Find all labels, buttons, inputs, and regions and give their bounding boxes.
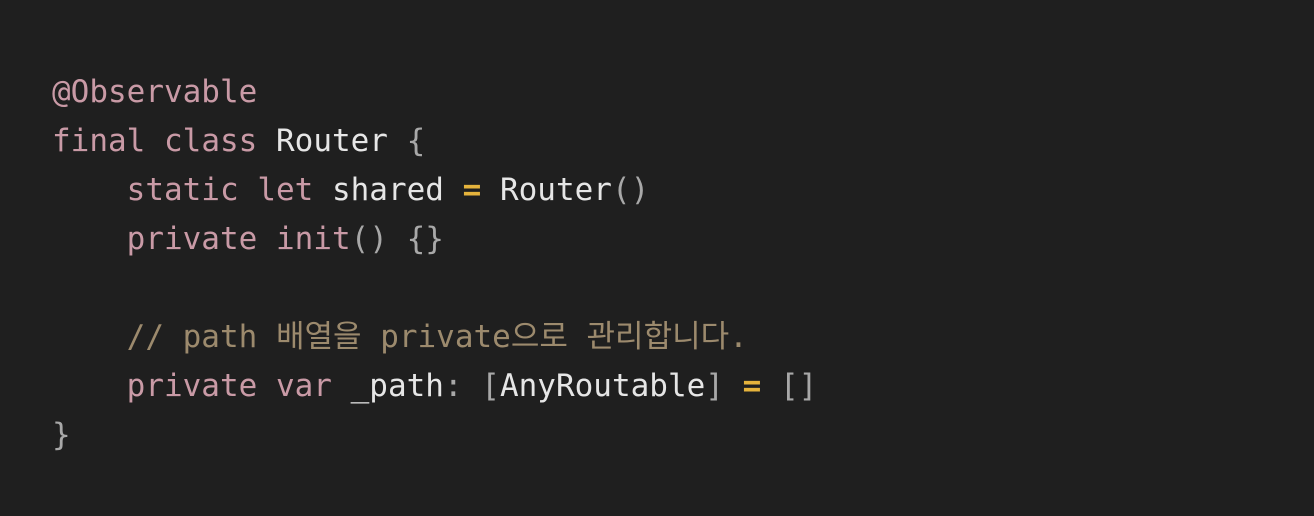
identifier-token [52,221,127,257]
keyword-token: init [275,221,351,257]
attribute-token: @Observable [52,74,258,110]
type-token: AnyRoutable [499,368,706,404]
type-token: Router [481,172,612,208]
identifier-token [52,172,127,208]
code-line-4: private init() {} [52,215,817,264]
code-editor[interactable]: @Observable final class Router { static l… [0,0,1314,516]
keyword-token: private [126,368,258,404]
identifier-token [239,172,258,208]
identifier-token: shared [313,172,463,208]
identifier-token: _path [331,368,444,404]
identifier-token [52,368,127,404]
punctuation-token: } [52,417,71,453]
keyword-token: var [275,368,332,404]
operator-token: = [462,172,482,208]
identifier-token [52,319,127,355]
identifier-token [145,123,164,159]
identifier-token [257,368,276,404]
identifier-token [257,221,276,257]
comment-token: // path 배열을 private으로 관리합니다. [126,319,748,355]
code-line-1: @Observable [52,68,817,117]
type-token: Router [257,123,407,159]
operator-token: = [742,368,762,404]
code-line-8: } [52,411,817,460]
punctuation-token: : [ [443,368,500,404]
punctuation-token: () [611,172,650,208]
keyword-token: let [257,172,314,208]
keyword-token: static [126,172,239,208]
code-line-2: final class Router { [52,117,817,166]
keyword-token: private [126,221,258,257]
code-line-7: private var _path: [AnyRoutable] = [] [52,362,818,411]
keyword-token: final [52,123,146,159]
code-line-6: // path 배열을 private으로 관리합니다. [52,313,817,362]
keyword-token: class [164,123,258,159]
punctuation-token: { [406,123,426,159]
code-line-3: static let shared = Router() [52,166,817,215]
punctuation-token: () {} [350,221,444,257]
punctuation-token: ] [705,368,743,404]
code-block[interactable]: @Observable final class Router { static l… [52,68,817,460]
punctuation-token: [] [761,368,818,404]
